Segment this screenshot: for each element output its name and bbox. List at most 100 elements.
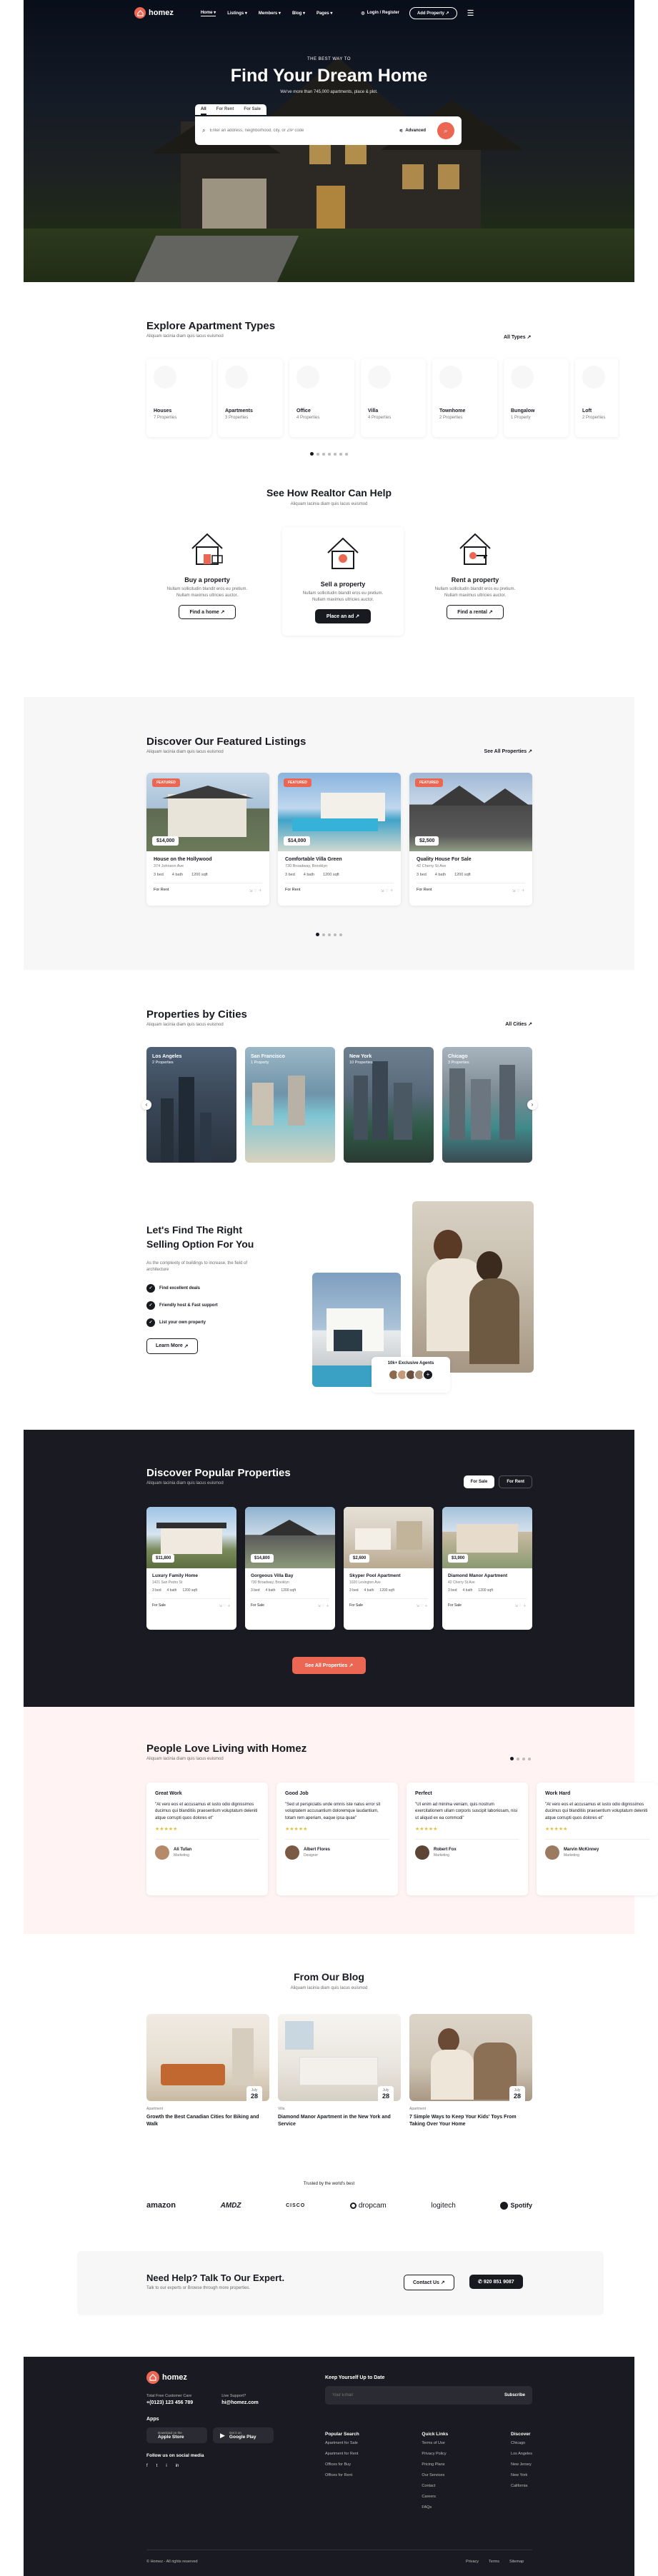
contact-us-button[interactable]: Contact Us ↗ — [404, 2275, 454, 2290]
search-input[interactable] — [209, 129, 395, 133]
see-all-properties-button[interactable]: See All Properties ↗ — [291, 1657, 367, 1674]
nav-item-pages[interactable]: Pages ▾ — [316, 11, 332, 16]
footer-link[interactable]: Privacy Policy — [422, 2452, 448, 2456]
card-actions-icons[interactable]: ⇲ ♡ ＋ — [381, 888, 394, 893]
footer-link[interactable]: Los Angeles — [511, 2452, 532, 2456]
menu-icon[interactable]: ☰ — [467, 9, 474, 18]
apartment-carousel-dots[interactable] — [0, 446, 658, 459]
nav-item-blog[interactable]: Blog ▾ — [292, 11, 305, 16]
hero-subtitle: We've more than 745,000 apartments, plac… — [280, 90, 378, 94]
footer-link[interactable]: Terms of Use — [422, 2441, 448, 2445]
property-card[interactable]: $2,600 Skyper Pool Apartment 1020 Lexing… — [344, 1507, 434, 1630]
terms-link[interactable]: Terms — [489, 2560, 499, 2564]
footer-link[interactable]: California — [511, 2484, 532, 2488]
support-phone[interactable]: +(0123) 123 456 789 — [146, 2400, 193, 2405]
twitter-icon[interactable]: t — [156, 2464, 158, 2468]
tab-for-sale[interactable]: For Sale — [463, 1475, 495, 1488]
logo[interactable]: homez — [134, 7, 174, 19]
google-play-button[interactable]: ▶ Get it on Google Play — [213, 2427, 274, 2443]
card-actions-icons[interactable]: ⇲ ♡ ＋ — [219, 1603, 231, 1608]
blog-card[interactable]: July 28 Apartment Growth the Best Canadia… — [146, 2014, 269, 2128]
sitemap-link[interactable]: Sitemap — [509, 2560, 524, 2564]
add-property-button[interactable]: Add Property ↗ — [409, 6, 457, 19]
nav-item-home[interactable]: Home ▾ — [200, 10, 216, 16]
listing-card[interactable]: FEATURED $14,000 Comfortable Villa Green… — [278, 773, 401, 906]
card-actions-icons[interactable]: ⇲ ♡ ＋ — [417, 1603, 428, 1608]
testimonials-carousel-dots[interactable] — [509, 1751, 532, 1764]
section-subtitle: Aliquam lacinia diam quis lacus euismod — [146, 1757, 224, 1761]
apartment-type-card[interactable]: Bungalow 1 Property — [504, 359, 569, 437]
tab-for-rent[interactable]: For Rent — [499, 1475, 532, 1488]
footer-link[interactable]: Our Services — [422, 2473, 448, 2477]
listing-card[interactable]: FEATURED $2,500 Quality House For Sale 4… — [409, 773, 532, 906]
apartment-type-card[interactable]: Houses 7 Properties — [146, 359, 211, 437]
call-button[interactable]: ✆ 920 851 9087 — [469, 2275, 523, 2289]
cities-prev-arrow[interactable]: ‹ — [141, 1100, 151, 1110]
featured-carousel-dots[interactable] — [0, 927, 658, 940]
blog-card[interactable]: July 28 Villa Diamond Manor Apartment in … — [278, 2014, 401, 2128]
tab-all[interactable]: All — [201, 107, 206, 115]
property-card[interactable]: $14,800 Gorgeous Villa Bay 730 Broadway,… — [245, 1507, 335, 1630]
apartment-type-card[interactable]: Loft 2 Properties — [575, 359, 618, 437]
tab-for-sale[interactable]: For Sale — [244, 107, 261, 115]
subscribe-button[interactable]: Subscribe — [504, 2393, 525, 2397]
footer-link[interactable]: Offices for Rent — [325, 2473, 359, 2477]
privacy-link[interactable]: Privacy — [466, 2560, 479, 2564]
linkedin-icon[interactable]: in — [176, 2464, 179, 2468]
find-home-button[interactable]: Find a home ↗ — [179, 605, 236, 619]
see-all-properties-link[interactable]: See All Properties ↗ — [484, 748, 532, 754]
learn-more-button[interactable]: Learn More ↗ — [146, 1338, 198, 1354]
newsletter: Keep Yourself Up to Date Subscribe — [325, 2375, 532, 2405]
footer-link[interactable]: Careers — [422, 2495, 448, 2499]
apple-store-button[interactable]: Download on the Apple Store — [146, 2427, 207, 2443]
facebook-icon[interactable]: f — [146, 2464, 148, 2468]
property-card[interactable]: $11,800 Luxury Family Home 1421 San Pedr… — [146, 1507, 236, 1630]
cities-next-arrow[interactable]: › — [527, 1100, 537, 1110]
listing-card[interactable]: FEATURED $14,000 House on the Hollywood … — [146, 773, 269, 906]
apartment-type-card[interactable]: Villa 4 Properties — [361, 359, 426, 437]
footer-link[interactable]: Apartment for Sale — [325, 2441, 359, 2445]
nav-item-listings[interactable]: Listings ▾ — [227, 11, 247, 16]
footer-link[interactable]: Apartment for Rent — [325, 2452, 359, 2456]
footer-link[interactable]: FAQs — [422, 2505, 448, 2510]
rent-house-icon — [459, 533, 491, 565]
tab-for-rent[interactable]: For Rent — [216, 107, 234, 115]
plus-icon[interactable]: + — [422, 1369, 434, 1380]
footer-link[interactable]: New York — [511, 2473, 532, 2477]
find-rental-button[interactable]: Find a rental ↗ — [447, 605, 504, 619]
city-card-los-angeles[interactable]: Los Angeles 2 Properties — [146, 1047, 236, 1163]
property-card[interactable]: $3,900 Diamond Manor Apartment 42 Cherry… — [442, 1507, 532, 1630]
all-types-link[interactable]: All Types ↗ — [504, 334, 531, 340]
city-card-san-francisco[interactable]: San Francisco 1 Property — [245, 1047, 335, 1163]
apartment-type-card[interactable]: Apartments 3 Properties — [218, 359, 283, 437]
footer-link[interactable]: Pricing Plans — [422, 2462, 448, 2467]
all-cities-link[interactable]: All Cities ↗ — [505, 1021, 532, 1027]
city-card-new-york[interactable]: New York 10 Properties — [344, 1047, 434, 1163]
card-actions-icons[interactable]: ⇲ ♡ ＋ — [249, 888, 262, 893]
footer-link[interactable]: Offices for Buy — [325, 2462, 359, 2467]
apartment-type-card[interactable]: Office 4 Properties — [289, 359, 354, 437]
apartment-type-card[interactable]: Townhome 2 Properties — [432, 359, 497, 437]
city-card-chicago[interactable]: Chicago 3 Properties — [442, 1047, 532, 1163]
help-title: See How Realtor Can Help — [266, 487, 392, 498]
card-actions-icons[interactable]: ⇲ ♡ ＋ — [318, 1603, 329, 1608]
blog-card[interactable]: July 28 Apartment 7 Simple Ways to Keep Y… — [409, 2014, 532, 2128]
footer-link[interactable]: New Jersey — [511, 2462, 532, 2467]
support-email[interactable]: hi@homez.com — [221, 2400, 259, 2405]
brand-logo-spotify: Spotify — [500, 2201, 532, 2210]
nav-item-members[interactable]: Members ▾ — [259, 11, 281, 16]
card-actions-icons[interactable]: ⇲ ♡ ＋ — [512, 888, 525, 893]
city-list: Los Angeles 2 Properties San Francisco 1 P… — [146, 1047, 532, 1163]
featured-header: Discover Our Featured Listings Aliquam l… — [146, 736, 532, 754]
footer-link[interactable]: Chicago — [511, 2441, 532, 2445]
footer-link[interactable]: Contact — [422, 2484, 448, 2488]
footer-logo[interactable]: homez — [146, 2371, 318, 2384]
newsletter-email-input[interactable] — [332, 2393, 504, 2397]
advanced-filter-button[interactable]: ⚟ Advanced — [399, 129, 426, 134]
search-submit-button[interactable]: ⌕ — [437, 122, 454, 139]
place-ad-button[interactable]: Place an ad ↗ — [314, 609, 372, 623]
card-actions-icons[interactable]: ⇲ ♡ ＋ — [515, 1603, 527, 1608]
footer-col-discover: Discover Chicago Los Angeles New Jersey … — [511, 2432, 532, 2488]
login-link[interactable]: ◎ Login / Register — [361, 11, 399, 16]
popular-tabs: For Sale For Rent — [463, 1475, 532, 1488]
